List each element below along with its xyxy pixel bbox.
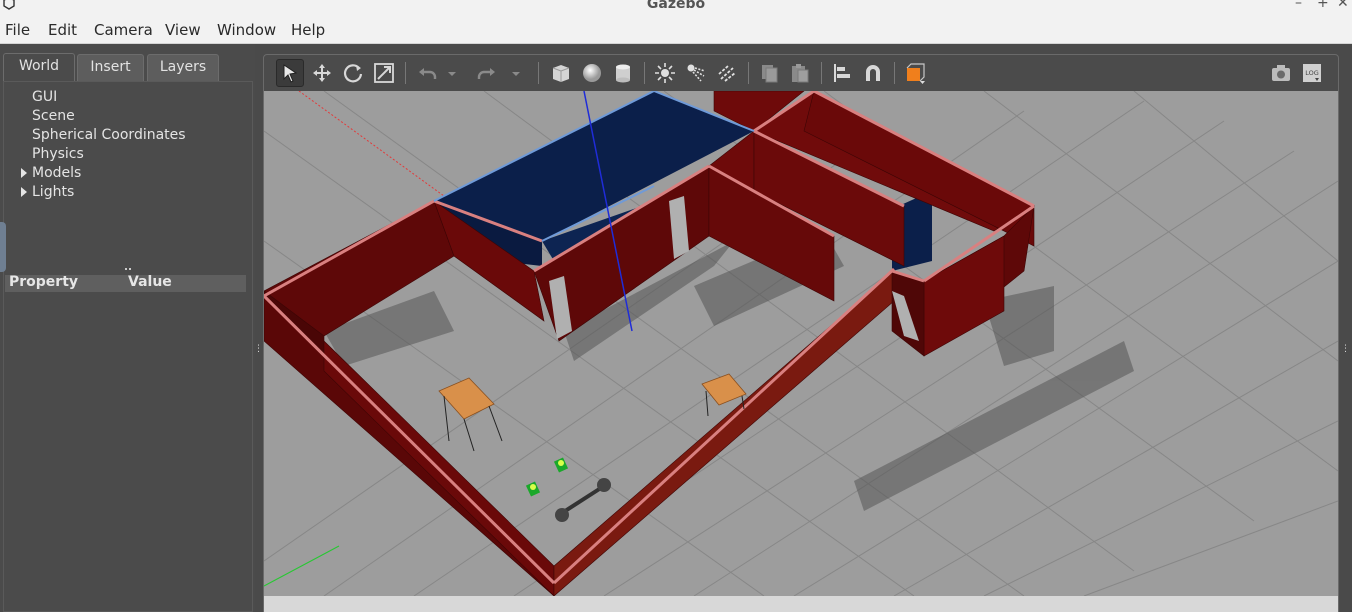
dumbbell-object: [555, 478, 611, 522]
directional-light-icon[interactable]: [713, 59, 741, 87]
menu-view[interactable]: View: [165, 21, 201, 39]
right-panel-resize-handle[interactable]: ⋮: [1341, 344, 1350, 354]
robot-2: [525, 481, 541, 497]
window-title: Gazebo: [646, 0, 706, 12]
tab-layers[interactable]: Layers: [147, 54, 219, 81]
tree-item-lights[interactable]: Lights: [32, 184, 74, 200]
left-panel: World Insert Layers GUI Scene Spherical …: [0, 44, 255, 612]
tree-item-physics[interactable]: Physics: [32, 146, 84, 162]
box-shape-icon[interactable]: [547, 59, 575, 87]
world-render: [264, 91, 1338, 596]
redo-history-dropdown-icon[interactable]: [509, 59, 523, 87]
undo-icon[interactable]: [413, 59, 441, 87]
panel-resize-handle[interactable]: ⋮: [254, 344, 263, 354]
paste-icon[interactable]: [786, 59, 814, 87]
y-axis-line: [264, 545, 340, 587]
cylinder-shape-icon[interactable]: [609, 59, 637, 87]
redo-icon[interactable]: [473, 59, 501, 87]
menu-help[interactable]: Help: [291, 21, 325, 39]
screenshot-camera-icon[interactable]: [1267, 59, 1295, 87]
maximize-icon[interactable]: +: [1317, 0, 1329, 11]
log-icon-text: LOG: [1305, 69, 1319, 77]
splitter-handle[interactable]: [125, 268, 131, 272]
title-bar: Gazebo – + ✕: [0, 0, 1352, 16]
menu-edit[interactable]: Edit: [48, 21, 77, 39]
sphere-shape-icon[interactable]: [578, 59, 606, 87]
world-tree-pane: GUI Scene Spherical Coordinates Physics …: [3, 81, 253, 612]
expand-arrow-icon[interactable]: [21, 187, 27, 197]
align-icon[interactable]: [828, 59, 856, 87]
close-icon[interactable]: ✕: [1337, 0, 1349, 11]
view-angle-icon[interactable]: [901, 59, 929, 87]
log-icon[interactable]: LOG: [1298, 59, 1326, 87]
undo-history-dropdown-icon[interactable]: [445, 59, 459, 87]
table-left: [438, 377, 503, 452]
tree-item-gui[interactable]: GUI: [32, 89, 57, 105]
menu-bar: File Edit Camera View Window Help: [0, 16, 1352, 44]
rotate-icon[interactable]: [339, 59, 367, 87]
menu-window[interactable]: Window: [217, 21, 276, 39]
spot-light-icon[interactable]: [682, 59, 710, 87]
tree-item-scene[interactable]: Scene: [32, 108, 75, 124]
3d-viewport[interactable]: [264, 91, 1338, 596]
toolbar: LOG: [263, 54, 1339, 91]
viewport-bottom-bar: [264, 596, 1338, 612]
snap-magnet-icon[interactable]: [859, 59, 887, 87]
select-arrow-icon[interactable]: [276, 59, 304, 87]
menu-file[interactable]: File: [5, 21, 30, 39]
tab-insert[interactable]: Insert: [77, 54, 144, 81]
menu-camera[interactable]: Camera: [94, 21, 153, 39]
minimize-icon[interactable]: –: [1295, 0, 1302, 11]
translate-icon[interactable]: [308, 59, 336, 87]
value-column-header: Value: [128, 274, 172, 290]
tab-world[interactable]: World: [3, 53, 75, 82]
expand-arrow-icon[interactable]: [21, 168, 27, 178]
collapse-panel-handle[interactable]: [0, 222, 6, 272]
property-table-header: Property Value: [5, 274, 246, 292]
x-axis-line: [298, 91, 445, 197]
copy-icon[interactable]: [755, 59, 783, 87]
robot-1: [553, 457, 569, 473]
scale-icon[interactable]: [370, 59, 398, 87]
tree-item-spherical-coordinates[interactable]: Spherical Coordinates: [32, 127, 186, 143]
point-light-icon[interactable]: [651, 59, 679, 87]
property-column-header: Property: [9, 274, 79, 290]
tree-item-models[interactable]: Models: [32, 165, 81, 181]
